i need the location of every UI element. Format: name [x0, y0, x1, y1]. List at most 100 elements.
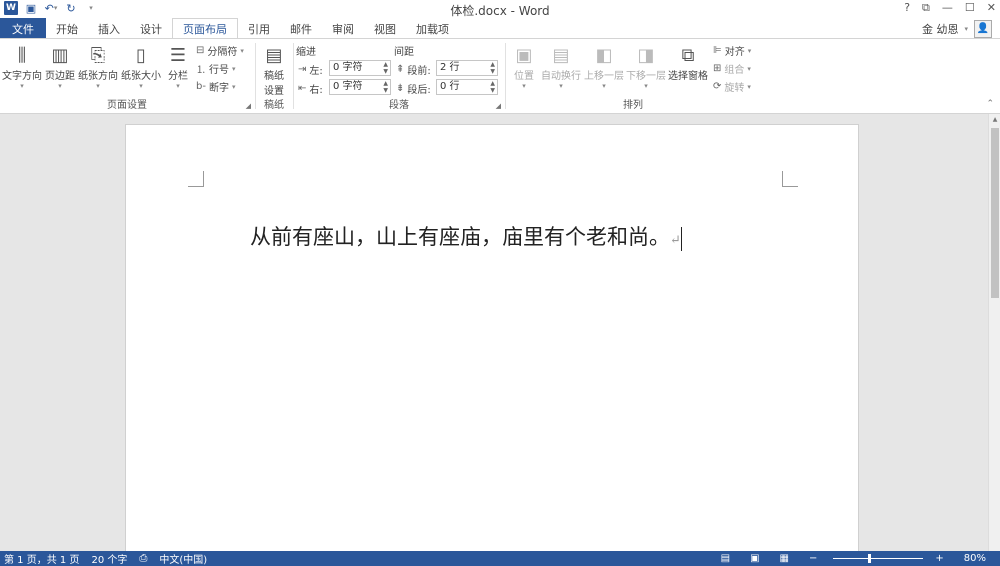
orientation-icon: ⎘: [90, 44, 106, 66]
document-body-text[interactable]: 从前有座山，山上有座庙，庙里有个老和尚。↵: [250, 221, 682, 251]
breaks-button[interactable]: ⊟ 分隔符 ▾: [196, 43, 244, 58]
scrollbar-thumb[interactable]: [991, 128, 999, 298]
tab-page-layout[interactable]: 页面布局: [172, 18, 238, 39]
window-title: 体检.docx - Word: [450, 4, 550, 18]
paragraph-text: 从前有座山，山上有座庙，庙里有个老和尚。: [250, 225, 670, 249]
page-setup-launcher-icon[interactable]: ◢: [246, 102, 251, 110]
tab-mailings[interactable]: 邮件: [280, 18, 322, 39]
document-page[interactable]: 从前有座山，山上有座庙，庙里有个老和尚。↵: [125, 124, 859, 551]
group-page-setup: ⫼ 文字方向 ▾ ▥ 页边距 ▾ ⎘ 纸张方向 ▾ ▯ 纸张大小 ▾ ☰ 分栏 ▾ ⊟ 分…: [0, 39, 254, 113]
collapse-ribbon-icon[interactable]: ⌃: [986, 99, 994, 109]
spin-arrows-icon[interactable]: ▲ ▼: [383, 61, 388, 75]
zoom-slider-thumb[interactable]: [868, 554, 872, 563]
group-manuscript: ▤ 稿纸 设置 稿纸: [256, 39, 292, 113]
zoom-in-icon[interactable]: +: [935, 553, 943, 564]
window-controls: ? ⧉ — ☐ ✕: [904, 1, 996, 15]
scroll-up-icon[interactable]: ▲: [989, 114, 1000, 126]
user-account[interactable]: 金 幼恩 ▾ 👤: [922, 18, 992, 39]
spacing-before-icon: ⇞: [396, 64, 405, 75]
tab-design[interactable]: 设计: [130, 18, 172, 39]
read-mode-icon[interactable]: ▤: [721, 553, 730, 564]
zoom-out-icon[interactable]: −: [809, 553, 817, 564]
spacing-after-label: ⇟ 段后:: [396, 83, 431, 96]
maximize-icon[interactable]: ☐: [965, 1, 975, 15]
selection-pane-icon: ⧉: [681, 44, 695, 66]
avatar: 👤: [974, 19, 992, 38]
size-button[interactable]: ▯ 纸张大小 ▾: [121, 43, 161, 91]
tab-home[interactable]: 开始: [46, 18, 88, 39]
group-paragraph: 缩进 间距 ⇥ 左: 0 字符 ▲ ▼ ⇤ 右: 0 字符 ▲ ▼ ⇞ 段前: 2 …: [294, 39, 504, 113]
spin-arrows-icon[interactable]: ▲ ▼: [490, 80, 495, 94]
manuscript-icon: ▤: [265, 44, 283, 66]
tab-review[interactable]: 审阅: [322, 18, 364, 39]
web-layout-icon[interactable]: ▦: [780, 553, 789, 564]
close-icon[interactable]: ✕: [987, 1, 996, 15]
line-numbers-icon: ⒈: [196, 65, 206, 76]
spin-arrows-icon[interactable]: ▲ ▼: [383, 80, 388, 94]
columns-button[interactable]: ☰ 分栏 ▾: [166, 43, 190, 91]
send-backward-button[interactable]: ◨ 下移一层 ▾: [626, 43, 666, 91]
paper-size-icon: ▯: [136, 44, 146, 66]
bring-forward-button[interactable]: ◧ 上移一层 ▾: [584, 43, 624, 91]
orientation-button[interactable]: ⎘ 纸张方向 ▾: [78, 43, 118, 91]
minimize-icon[interactable]: —: [942, 1, 953, 15]
margin-marker-top-right: [782, 171, 798, 187]
zoom-level[interactable]: 80%: [964, 553, 986, 564]
margins-icon: ▥: [51, 44, 69, 66]
spacing-after-icon: ⇟: [396, 83, 405, 94]
ribbon-display-icon[interactable]: ⧉: [922, 1, 930, 15]
group-label-page-setup: 页面设置: [107, 100, 147, 111]
help-icon[interactable]: ?: [904, 1, 910, 15]
margins-button[interactable]: ▥ 页边距 ▾: [45, 43, 75, 91]
position-button[interactable]: ▣ 位置 ▾: [512, 43, 536, 91]
align-button[interactable]: ⊫ 对齐 ▾: [713, 43, 751, 58]
manuscript-settings-button[interactable]: ▤ 稿纸 设置: [262, 43, 286, 98]
proofing-icon[interactable]: ⎙: [139, 553, 147, 564]
status-right: ▤ ▣ ▦ − + 80%: [717, 551, 994, 566]
indent-left-input[interactable]: 0 字符 ▲ ▼: [329, 60, 391, 76]
rotate-icon: ⟳: [713, 81, 722, 92]
wrap-text-button[interactable]: ▤ 自动换行 ▾: [541, 43, 581, 91]
tab-insert[interactable]: 插入: [88, 18, 130, 39]
rotate-button[interactable]: ⟳ 旋转 ▾: [713, 79, 751, 94]
spacing-after-input[interactable]: 0 行 ▲ ▼: [436, 79, 498, 95]
text-direction-button[interactable]: ⫼ 文字方向 ▾: [2, 43, 42, 91]
indent-heading: 缩进: [296, 47, 316, 58]
tab-file[interactable]: 文件: [0, 18, 46, 39]
ribbon-tabs: 文件 开始 插入 设计 页面布局 引用 邮件 审阅 视图 加载项: [0, 18, 1000, 39]
tab-references[interactable]: 引用: [238, 18, 280, 39]
spacing-before-input[interactable]: 2 行 ▲ ▼: [436, 60, 498, 76]
wrap-text-icon: ▤: [552, 44, 570, 66]
send-backward-icon: ◨: [637, 44, 655, 66]
hyphenation-button[interactable]: b‐ 断字 ▾: [196, 79, 235, 94]
document-area: 从前有座山，山上有座庙，庙里有个老和尚。↵ ▲: [0, 114, 1000, 551]
text-direction-icon: ⫼: [17, 44, 27, 66]
hyphenation-icon: b‐: [196, 81, 206, 92]
indent-right-input[interactable]: 0 字符 ▲ ▼: [329, 79, 391, 95]
spacing-before-label: ⇞ 段前:: [396, 64, 431, 77]
group-label-manuscript: 稿纸: [264, 100, 284, 111]
group-objects-button[interactable]: ⊞ 组合 ▾: [713, 61, 751, 76]
tab-view[interactable]: 视图: [364, 18, 406, 39]
group-label-arrange: 排列: [623, 100, 643, 111]
group-icon: ⊞: [713, 63, 722, 74]
bring-forward-icon: ◧: [595, 44, 613, 66]
vertical-scrollbar[interactable]: ▲: [988, 114, 1000, 551]
line-numbers-button[interactable]: ⒈ 行号 ▾: [196, 61, 236, 77]
selection-pane-button[interactable]: ⧉ 选择窗格: [668, 43, 708, 83]
margin-marker-top-left: [188, 171, 204, 187]
page-count[interactable]: 第 1 页，共 1 页: [4, 551, 79, 566]
title-bar: W ▣ ↶ ▾ ↻ ▾ 体检.docx - Word ? ⧉ — ☐ ✕: [0, 0, 1000, 18]
language-indicator[interactable]: 中文(中国): [159, 551, 207, 566]
group-label-paragraph: 段落: [389, 100, 409, 111]
indent-left-icon: ⇥: [298, 64, 307, 75]
tab-addins[interactable]: 加载项: [406, 18, 459, 39]
paragraph-launcher-icon[interactable]: ◢: [496, 102, 501, 110]
align-icon: ⊫: [713, 45, 722, 56]
print-layout-icon[interactable]: ▣: [750, 553, 759, 564]
columns-icon: ☰: [169, 44, 187, 66]
spin-arrows-icon[interactable]: ▲ ▼: [490, 61, 495, 75]
word-count[interactable]: 20 个字: [91, 551, 127, 566]
zoom-slider[interactable]: [833, 554, 924, 563]
status-bar: 第 1 页，共 1 页 20 个字 ⎙ 中文(中国) ▤ ▣ ▦ − + 80%: [0, 551, 1000, 566]
